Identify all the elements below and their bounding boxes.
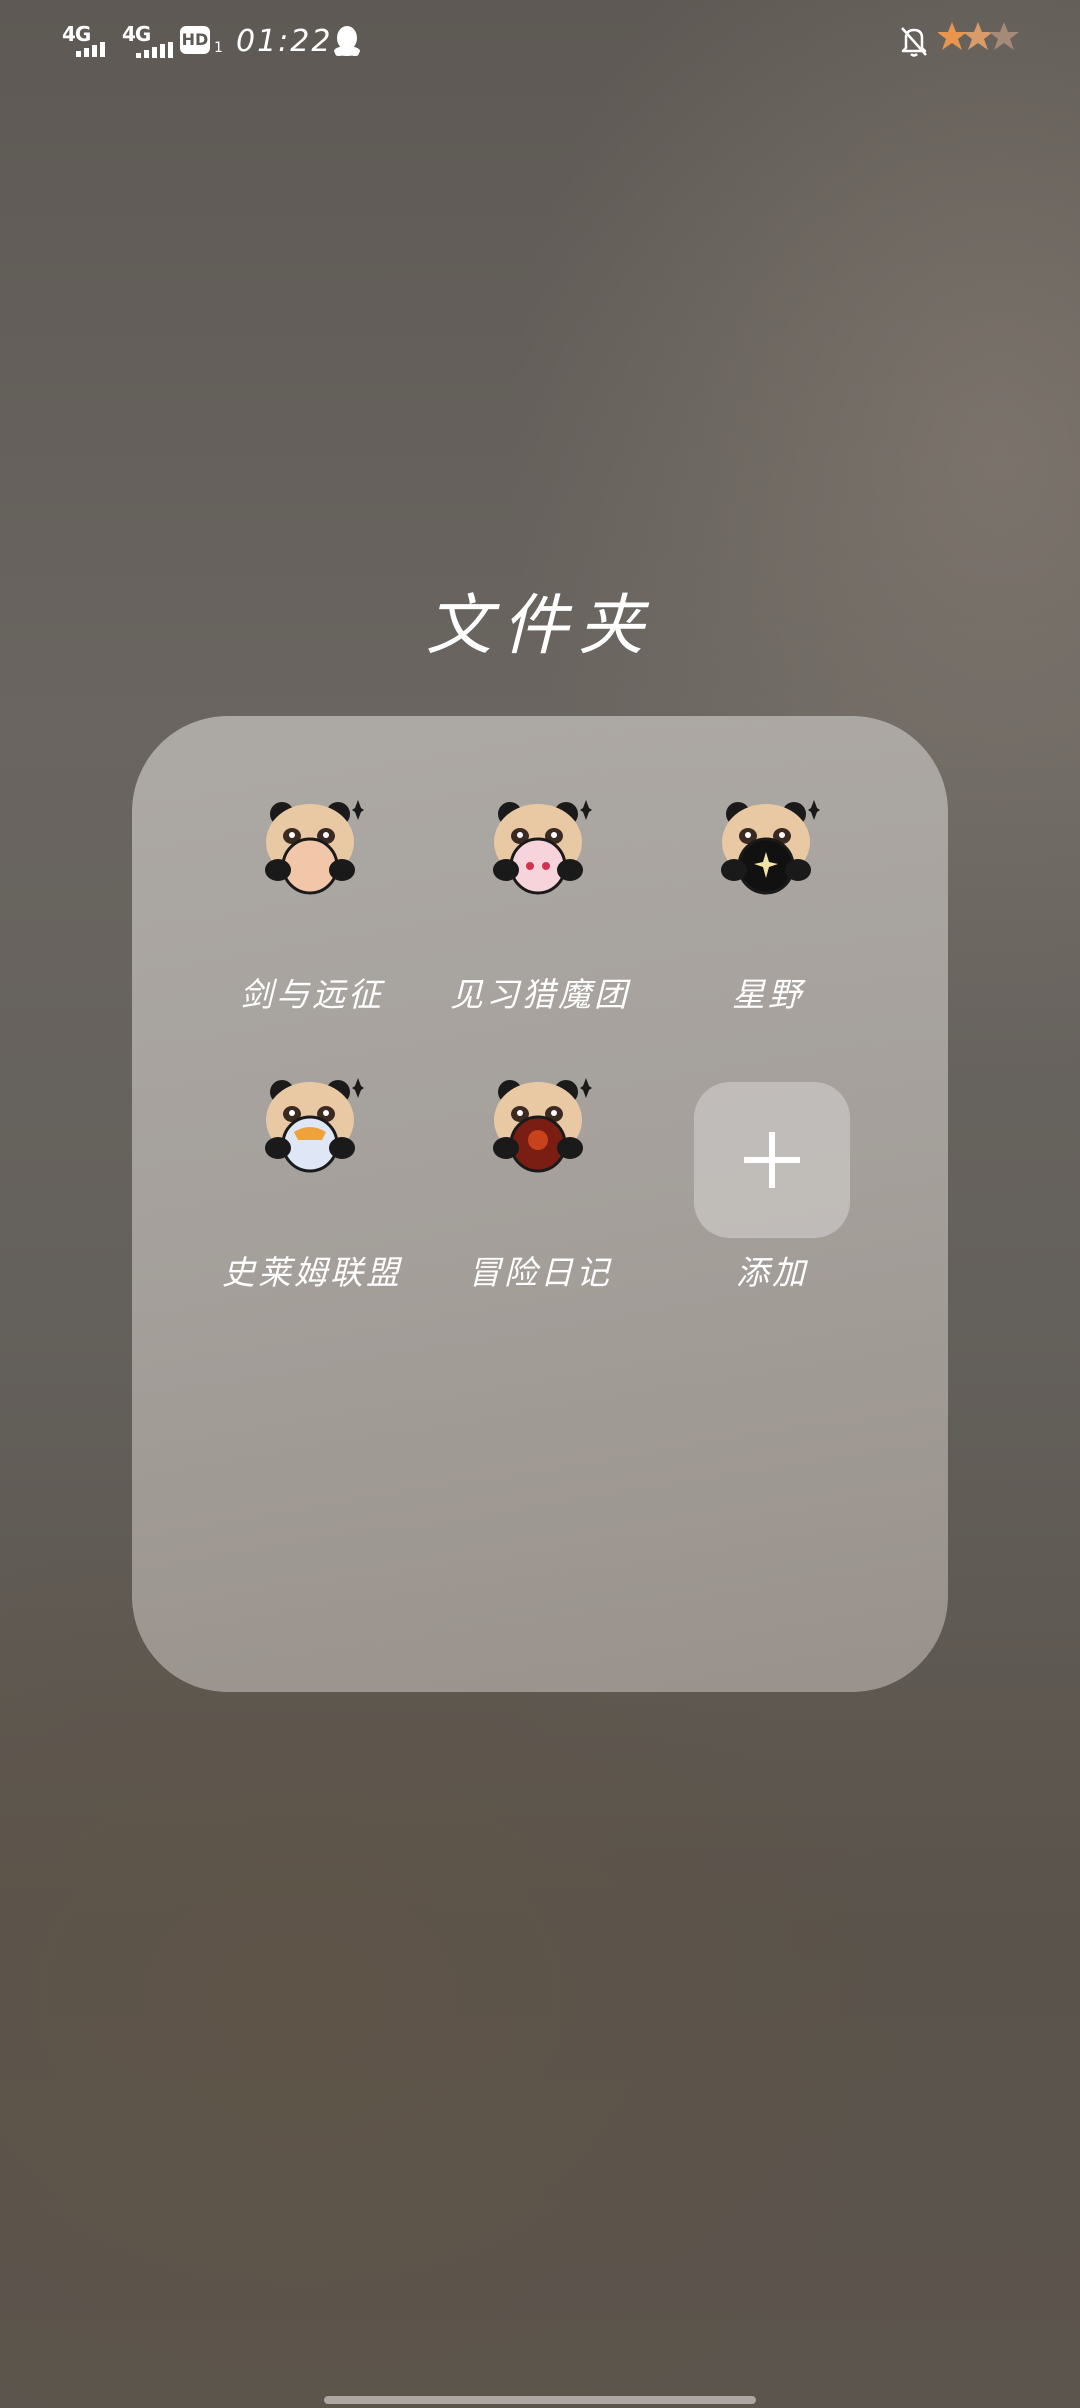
app-label: 星野 [732,975,804,1014]
cellular-signal-1: 4G [62,22,112,58]
app-sword-and-expedition[interactable]: 剑与远征 [192,716,432,1014]
app-adventure-diary[interactable]: 冒险日记 [420,994,660,1292]
hd-voice-badge: HD [180,26,210,54]
cellular-signal-2: 4G [122,22,174,58]
panda-avatar-icon [493,800,592,895]
home-indicator[interactable] [324,2396,756,2404]
panda-avatar-icon [265,1078,364,1173]
panda-avatar-icon [493,1078,592,1173]
signal-bars-icon [76,42,105,57]
add-label: 添加 [736,1253,808,1292]
panda-avatar-icon [721,800,820,895]
status-bar: 4G 4G HD 1 01:22 [0,0,1080,84]
app-apprentice-demon-hunters[interactable]: 见习猎魔团 [420,716,660,1014]
star-battery-icon [938,22,1019,50]
bell-off-icon [901,27,927,57]
folder-panel: 剑与远征 见习猎魔团 星野 史莱姆联盟 冒险日记 添加 [132,716,948,1692]
qq-penguin-icon [334,26,360,56]
hd-sim-index: 1 [214,40,223,56]
folder-title[interactable]: 文件夹 [0,572,1080,668]
add-app-button[interactable] [694,1082,850,1238]
panda-avatar-icon [265,800,364,895]
plus-icon [744,1132,800,1188]
status-clock: 01:22 [236,24,333,59]
app-hoshino[interactable]: 星野 [648,716,888,1014]
app-slime-league[interactable]: 史莱姆联盟 [192,994,432,1292]
signal-bars-icon [136,42,173,58]
